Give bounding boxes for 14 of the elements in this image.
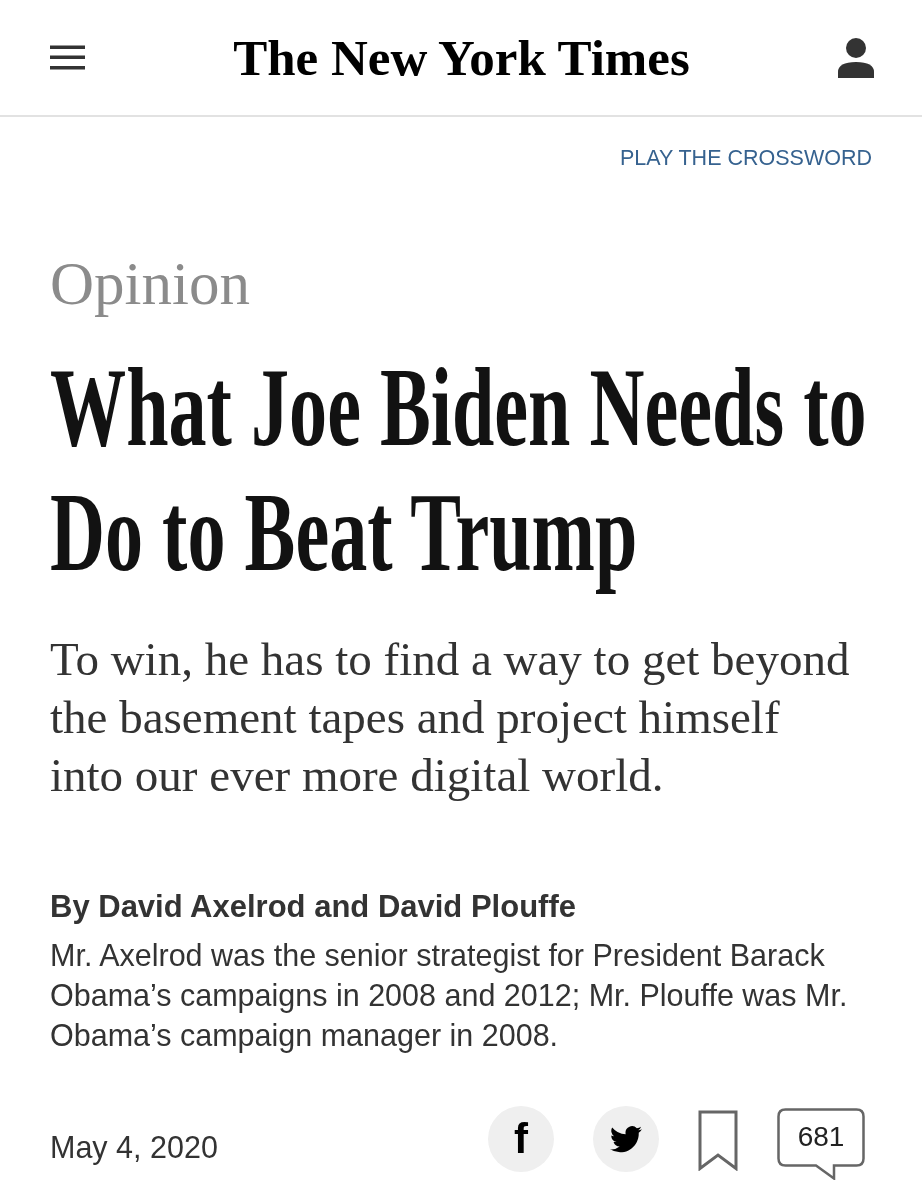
comments-button[interactable]: 681 [777,1108,865,1180]
byline: By David Axelrod and David Plouffe [50,888,576,926]
bookmark-icon[interactable] [698,1110,738,1171]
menu-icon[interactable] [50,45,85,70]
facebook-share-button[interactable]: f [488,1106,554,1172]
headline: What Joe Biden Needs to Do to Beat Trump [50,345,868,595]
masthead-logo[interactable]: The New York Times [233,27,690,88]
section-label: Opinion [50,249,250,319]
publish-date: May 4, 2020 [50,1129,218,1165]
summary: To win, he has to find a way to get beyond the basement tapes and project himself into our ever more digital world. [50,632,851,803]
person-icon[interactable] [838,37,874,78]
crossword-link[interactable]: PLAY THE CROSSWORD [619,146,872,170]
author-bio: Mr. Axelrod was the senior strategist for President Barack Obama’s campaigns in 2008 and 2012; Mr. Plouffe was Mr. Obama’s campaign manager in 2008. [50,937,849,1055]
bird-icon [610,1125,642,1153]
